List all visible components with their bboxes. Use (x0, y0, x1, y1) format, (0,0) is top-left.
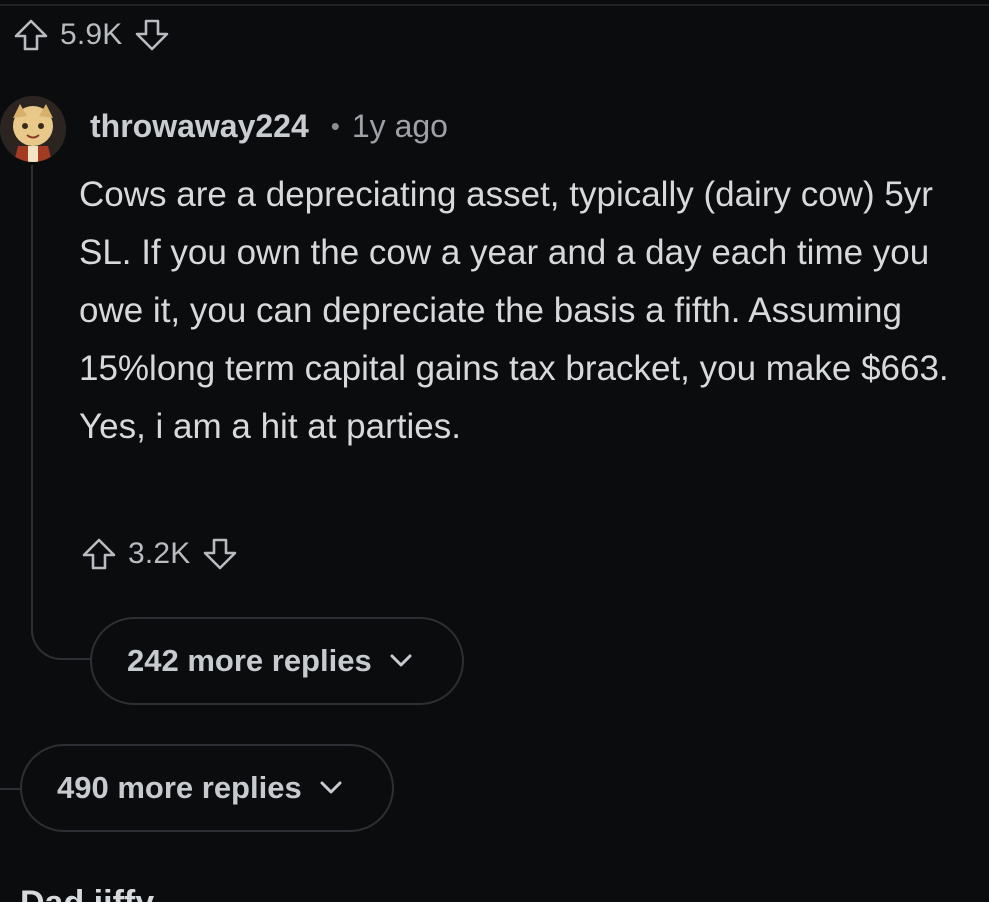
arrow-up-outline-icon (82, 538, 116, 570)
thread-connector-tick (0, 788, 20, 790)
avatar[interactable] (0, 96, 66, 162)
more-replies-label: 242 more replies (127, 643, 372, 678)
user-avatar-illustration (0, 96, 66, 162)
downvote-button[interactable] (133, 16, 171, 54)
upvote-button[interactable] (12, 16, 50, 54)
comment-vote-bar: 3.2K (80, 535, 239, 573)
more-replies-button[interactable]: 242 more replies (90, 617, 464, 705)
post-vote-bar: 5.9K (12, 16, 171, 54)
more-replies-label: 490 more replies (57, 770, 302, 805)
arrow-up-outline-icon (14, 19, 48, 51)
comment-meta: throwaway224 • 1y ago (90, 108, 448, 145)
next-comment-partial: Dad jiffy... (20, 884, 180, 902)
comment-thread-page: 5.9K throwaway224 • 1y ago Cows are a de… (0, 0, 989, 902)
chevron-down-icon (320, 781, 342, 794)
comment-body: Cows are a depreciating asset, typically… (79, 175, 949, 446)
comment-vote-count: 3.2K (128, 537, 191, 570)
post-vote-count: 5.9K (60, 18, 123, 51)
comment-username[interactable]: throwaway224 (90, 108, 309, 145)
top-divider (0, 0, 989, 6)
meta-separator: • (330, 111, 340, 141)
arrow-down-outline-icon (203, 538, 236, 570)
arrow-down-outline-icon (135, 19, 168, 51)
downvote-button[interactable] (201, 535, 239, 573)
thread-connector (31, 600, 91, 660)
more-replies-button[interactable]: 490 more replies (20, 744, 394, 832)
chevron-down-icon (390, 654, 412, 667)
thread-line[interactable] (31, 165, 33, 635)
comment-timestamp: 1y ago (351, 108, 448, 144)
upvote-button[interactable] (80, 535, 118, 573)
